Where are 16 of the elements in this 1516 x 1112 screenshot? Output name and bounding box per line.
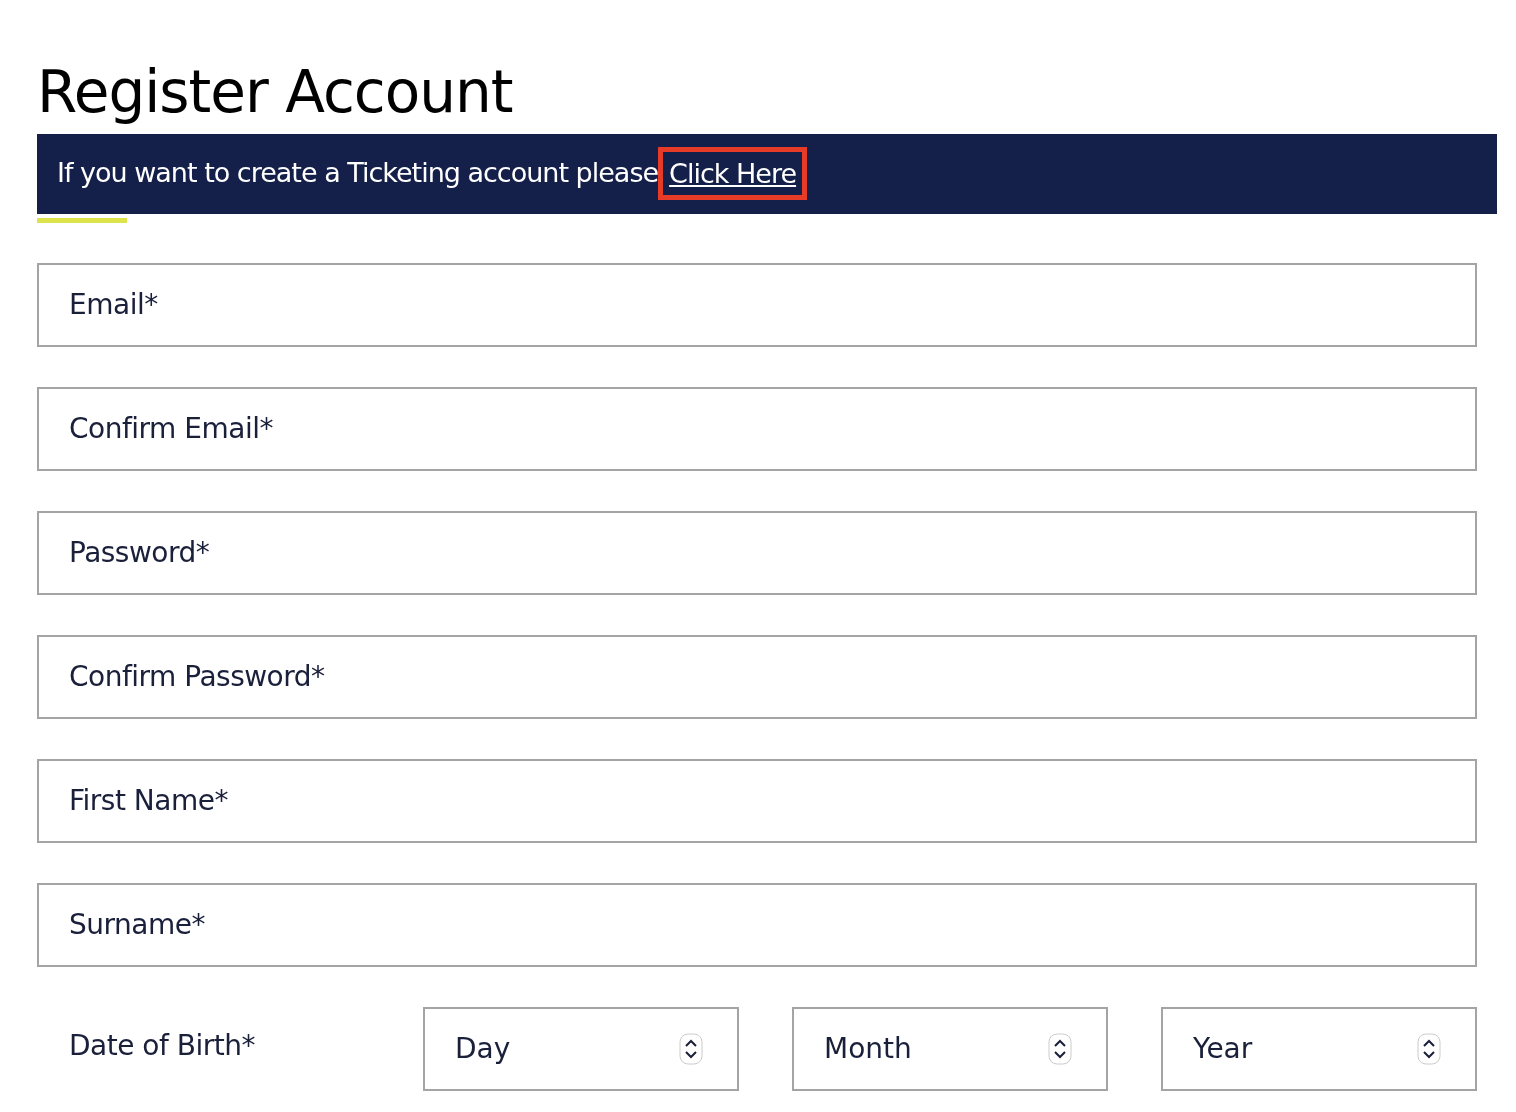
- input-field[interactable]: Password*: [37, 510, 1477, 595]
- input-field[interactable]: Confirm Password*: [37, 634, 1477, 719]
- up-down-icon: [1417, 1032, 1441, 1065]
- up-down-icon: [1048, 1032, 1072, 1065]
- input-field[interactable]: Surname*: [37, 882, 1477, 967]
- input-field[interactable]: Email*: [37, 262, 1477, 347]
- dropdown-field[interactable]: Day: [423, 1006, 739, 1091]
- dropdown-field[interactable]: Month: [792, 1006, 1108, 1091]
- dropdown-field[interactable]: Year: [1161, 1006, 1477, 1091]
- date-of-birth-label: Date of Birth*: [68, 1027, 256, 1064]
- highlighted-link[interactable]: Click Here: [658, 147, 808, 201]
- input-field[interactable]: Confirm Email*: [37, 386, 1477, 471]
- banner-text: If you want to create a Ticketing account please: [57, 156, 659, 191]
- input-field[interactable]: First Name*: [37, 758, 1477, 843]
- page-title: Register Account: [37, 58, 514, 128]
- up-down-icon: [679, 1032, 703, 1065]
